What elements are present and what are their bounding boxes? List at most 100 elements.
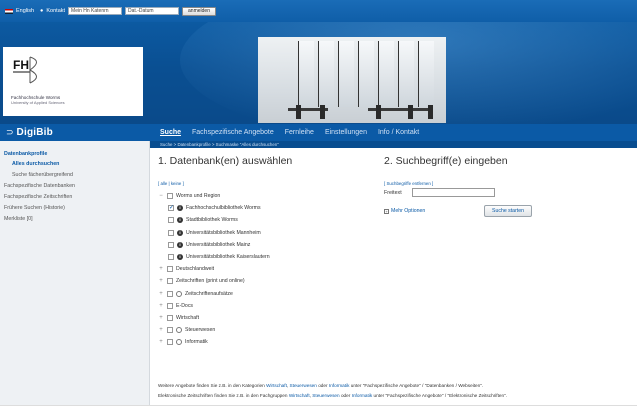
info-icon[interactable]: i bbox=[177, 254, 183, 260]
expand-icon[interactable]: + bbox=[158, 278, 164, 284]
section1-title: 1. Datenbank(en) auswählen bbox=[158, 155, 293, 167]
login-date-input[interactable]: Dat.-Datum bbox=[125, 7, 180, 15]
footer-link-wirtschaft-2[interactable]: Wirtschaft bbox=[289, 393, 310, 398]
sidebar: Datenbankprofile Alles durchsuchen Suche… bbox=[0, 141, 150, 405]
info-icon[interactable] bbox=[176, 290, 182, 297]
main-content: 1. Datenbank(en) auswählen [ alle | kein… bbox=[155, 150, 635, 405]
main-nav: Suche Fachspezifische Angebote Fernleihe… bbox=[150, 124, 637, 141]
login-name-input[interactable]: Mein Hn Katenrn bbox=[68, 7, 123, 15]
sidebar-item-suche-faecheruebergreifend[interactable]: Suche fächerübergreifend bbox=[0, 170, 149, 181]
breadcrumb: Suche > Datenbankprofile > Suchmaske "Al… bbox=[150, 141, 637, 148]
database-checkbox[interactable] bbox=[167, 339, 173, 346]
info-icon[interactable]: i bbox=[177, 229, 183, 236]
footer-link-informatik[interactable]: Informatik bbox=[329, 383, 350, 388]
database-label[interactable]: Informatik bbox=[185, 339, 208, 345]
digibib-icon: ⊃ bbox=[6, 127, 14, 137]
sidebar-item-datenbankprofile[interactable]: Datenbankprofile bbox=[0, 150, 149, 159]
tree-row: i Universitätsbibliothek Mainz bbox=[168, 239, 250, 251]
tree-row: i Universitätsbibliothek Mannheim bbox=[168, 227, 261, 239]
university-logo[interactable]: FH Fachhochschule Worms University of Ap… bbox=[3, 47, 143, 116]
uk-flag-icon bbox=[5, 8, 13, 14]
tab-fachspezifische-angebote[interactable]: Fachspezifische Angebote bbox=[192, 129, 274, 136]
database-label[interactable]: Zeitschriften (print und online) bbox=[176, 278, 245, 284]
tree-row: + Zeitschriften (print und online) bbox=[158, 275, 245, 287]
footer-link-wirtschaft[interactable]: Wirtschaft bbox=[266, 383, 287, 388]
database-label[interactable]: Deutschlandweit bbox=[176, 266, 214, 272]
info-icon[interactable] bbox=[176, 339, 182, 346]
expand-icon[interactable]: + bbox=[158, 339, 164, 345]
sidebar-item-merkliste[interactable]: Merkliste [0] bbox=[0, 214, 149, 225]
database-label[interactable]: Universitätsbibliothek Mannheim bbox=[186, 230, 261, 236]
info-icon[interactable]: i bbox=[177, 241, 183, 248]
database-checkbox[interactable] bbox=[168, 241, 174, 248]
sidebar-item-fachspezifische-datenbanken[interactable]: Fachspezifische Datenbanken bbox=[0, 181, 149, 192]
database-label[interactable]: Universitätsbibliothek Mainz bbox=[186, 242, 250, 248]
login-button[interactable]: anmelden bbox=[182, 6, 216, 16]
expand-icon[interactable]: + bbox=[158, 327, 164, 333]
tab-fernleihe[interactable]: Fernleihe bbox=[285, 129, 314, 136]
freitext-input[interactable] bbox=[412, 188, 495, 197]
footer-hint-1: Weitere Angebote finden Sie z.B. in den … bbox=[158, 383, 484, 388]
database-label[interactable]: Wirtschaft bbox=[176, 315, 199, 321]
tree-row: + E-Docs bbox=[158, 300, 193, 312]
database-label[interactable]: Steuerwesen bbox=[185, 327, 215, 333]
top-bar: English ● Kontakt Mein Hn Katenrn Dat.-D… bbox=[0, 0, 637, 22]
database-label[interactable]: Zeitschriftenaufsätze bbox=[185, 291, 233, 297]
database-label[interactable]: Stadtbibliothek Worms bbox=[186, 217, 238, 223]
expand-icon[interactable]: + bbox=[158, 315, 164, 321]
collapse-icon[interactable]: − bbox=[158, 193, 164, 199]
database-checkbox[interactable] bbox=[167, 327, 173, 334]
database-label[interactable]: Worms und Region bbox=[176, 193, 220, 199]
more-options-toggle[interactable]: + Mehr Optionen bbox=[384, 208, 425, 214]
database-checkbox[interactable] bbox=[167, 302, 173, 309]
svg-text:FH: FH bbox=[13, 58, 29, 72]
header-photo bbox=[258, 37, 446, 123]
database-checkbox[interactable] bbox=[168, 217, 174, 224]
tree-row: i Universitätsbibliothek Kaiserslautern bbox=[168, 251, 270, 263]
footer-link-informatik-2[interactable]: Informatik bbox=[352, 393, 373, 398]
info-icon[interactable]: i bbox=[177, 205, 183, 212]
database-checkbox[interactable] bbox=[167, 266, 173, 273]
app-title: DigiBib bbox=[16, 127, 53, 138]
tree-row: + Deutschlandweit bbox=[158, 263, 214, 275]
freitext-label: Freitext bbox=[384, 190, 402, 196]
expand-icon[interactable]: + bbox=[158, 291, 164, 297]
tree-row: + Informatik bbox=[158, 336, 208, 348]
site-header: English ● Kontakt Mein Hn Katenrn Dat.-D… bbox=[0, 0, 637, 124]
tab-suche[interactable]: Suche bbox=[160, 129, 181, 136]
sidebar-item-fachspezifische-zeitschriften[interactable]: Fachspezifische Zeitschriften bbox=[0, 192, 149, 203]
english-link[interactable]: English bbox=[16, 8, 34, 14]
select-all-none-links[interactable]: [ alle | keine ] bbox=[158, 181, 184, 186]
footer-link-steuerwesen-2[interactable]: Steuerwesen bbox=[312, 393, 339, 398]
info-icon[interactable] bbox=[176, 327, 182, 334]
section2-title: 2. Suchbegriff(e) eingeben bbox=[384, 155, 508, 167]
clear-terms-link[interactable]: [ Suchbegriffe entfernen ] bbox=[384, 181, 433, 186]
database-checkbox[interactable] bbox=[167, 290, 173, 297]
info-icon[interactable]: i bbox=[177, 217, 183, 224]
contact-link[interactable]: Kontakt bbox=[46, 8, 65, 14]
sidebar-item-fruehere-suchen[interactable]: Frühere Suchen (Historie) bbox=[0, 203, 149, 214]
digibib-brand[interactable]: ⊃ DigiBib bbox=[0, 124, 150, 141]
database-checkbox[interactable] bbox=[168, 229, 174, 236]
footer-link-steuerwesen[interactable]: Steuerwesen bbox=[290, 383, 317, 388]
tree-row: − Worms und Region bbox=[158, 190, 220, 202]
expand-icon[interactable]: + bbox=[158, 303, 164, 309]
database-label[interactable]: Fachhochschulbibliothek Worms bbox=[186, 205, 261, 211]
tab-einstellungen[interactable]: Einstellungen bbox=[325, 129, 367, 136]
database-checkbox[interactable] bbox=[167, 193, 173, 199]
footer-hint-2: Elektronische Zeitschriften finden Sie z… bbox=[158, 393, 508, 398]
database-checkbox[interactable] bbox=[168, 204, 174, 212]
database-checkbox[interactable] bbox=[167, 278, 173, 285]
expand-icon: + bbox=[384, 208, 389, 214]
database-label[interactable]: E-Docs bbox=[176, 303, 193, 309]
tab-info-kontakt[interactable]: Info / Kontakt bbox=[378, 129, 419, 136]
search-start-button[interactable]: Suche starten bbox=[484, 205, 533, 217]
database-checkbox[interactable] bbox=[168, 254, 174, 260]
more-options-label: Mehr Optionen bbox=[391, 208, 426, 214]
fh-logo-icon: FH bbox=[13, 56, 37, 84]
page-bottom bbox=[0, 405, 637, 420]
database-checkbox[interactable] bbox=[167, 315, 173, 321]
sidebar-item-alles-durchsuchen[interactable]: Alles durchsuchen bbox=[0, 159, 149, 170]
expand-icon[interactable]: + bbox=[158, 266, 164, 272]
database-label[interactable]: Universitätsbibliothek Kaiserslautern bbox=[186, 254, 270, 260]
